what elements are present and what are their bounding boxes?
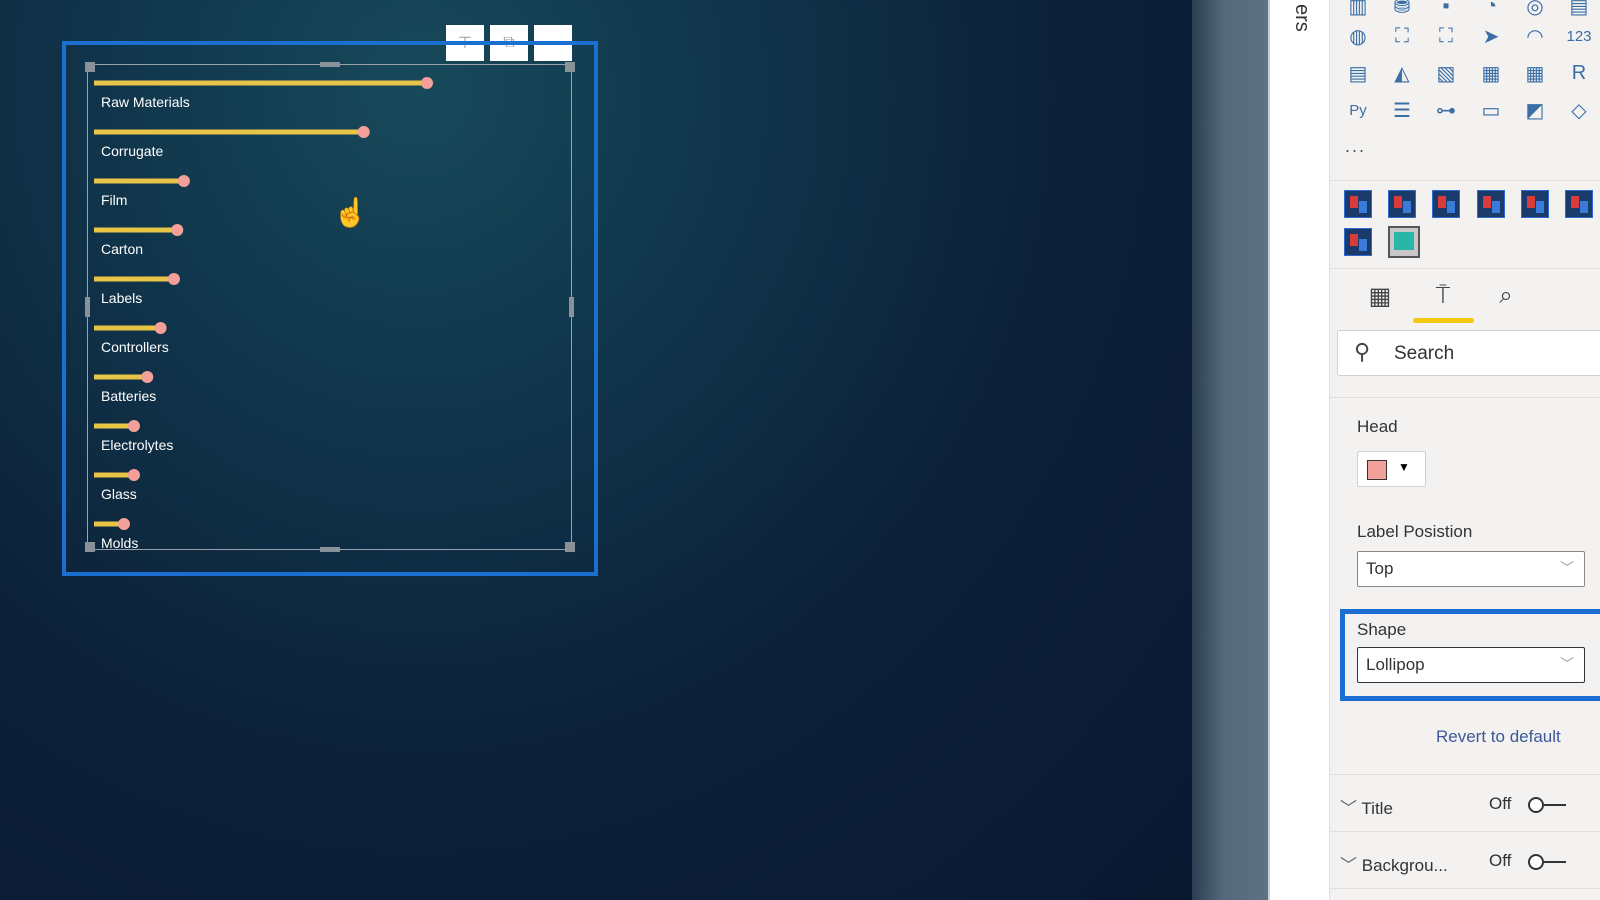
canvas-gutter	[1192, 0, 1268, 900]
filters-pane-collapsed[interactable]	[1268, 0, 1330, 900]
visual-type-icon[interactable]: ▪	[1432, 0, 1460, 20]
lollipop-chart: Raw Materials Corrugate Film Carton Labels Co…	[94, 77, 433, 549]
visual-type-icon[interactable]: ▭	[1477, 96, 1505, 124]
section-name: Title	[1361, 799, 1393, 818]
paint-roller-icon[interactable]: ⍑	[1425, 280, 1461, 312]
custom-visual-icon[interactable]	[1521, 190, 1549, 218]
head-label: Head	[1357, 417, 1398, 436]
caret-down-icon: ▼	[1398, 460, 1410, 474]
category-label: Molds	[101, 535, 138, 549]
custom-visual-icon[interactable]	[1432, 190, 1460, 218]
lollipop-head[interactable]	[357, 126, 370, 138]
category-label: Labels	[101, 290, 142, 306]
visual-type-icon[interactable]: ☰	[1388, 96, 1416, 124]
label-position-label: Label Posistion	[1357, 522, 1473, 541]
section-title[interactable]: ﹀ Title	[1340, 794, 1393, 819]
text-filter-visual-icon[interactable]	[1388, 226, 1420, 258]
category-label: Glass	[101, 486, 137, 502]
custom-visual-icon[interactable]	[1565, 190, 1593, 218]
visual-type-icon[interactable]: ⛶	[1388, 22, 1416, 50]
color-swatch	[1367, 460, 1387, 480]
visual-type-icon[interactable]: ▤	[1344, 59, 1372, 87]
visual-type-icon[interactable]: ◩	[1521, 96, 1549, 124]
search-placeholder: Search	[1394, 343, 1455, 364]
category-label: Raw Materials	[101, 94, 190, 110]
visual-type-icon[interactable]: ⊶	[1432, 96, 1460, 124]
lollipop-head[interactable]	[177, 175, 190, 187]
chevron-down-icon: ﹀	[1340, 856, 1362, 875]
category-label: Carton	[101, 241, 143, 257]
lollipop-head[interactable]	[127, 420, 140, 432]
revert-to-default-link[interactable]: Revert to default	[1436, 727, 1561, 747]
lollipop-head[interactable]	[154, 322, 167, 334]
lollipop-head[interactable]	[167, 273, 180, 285]
visual-type-icon[interactable]: ⛶	[1432, 22, 1460, 50]
category-label: Film	[101, 192, 127, 208]
visual-type-icon[interactable]: ▦	[1477, 59, 1505, 87]
visualizations-pane	[1330, 0, 1600, 900]
analytics-magnifier-icon[interactable]: ⌕	[1488, 280, 1524, 312]
search-icon: ⚲	[1354, 339, 1371, 364]
visual-type-icon[interactable]: ▧	[1432, 59, 1460, 87]
visual-type-icon[interactable]: ▦	[1521, 59, 1549, 87]
more-visuals-button[interactable]: ...	[1345, 136, 1366, 157]
category-label: Corrugate	[101, 143, 163, 159]
background-toggle[interactable]	[1528, 852, 1570, 872]
head-color-picker[interactable]: ▼	[1357, 451, 1426, 487]
dropdown-value: Top	[1366, 559, 1394, 578]
filters-pane-label[interactable]: ers	[1290, 4, 1313, 32]
category-label: Batteries	[101, 388, 156, 404]
search-input[interactable]: ⚲ Search	[1337, 330, 1600, 376]
chevron-down-icon: ﹀	[1340, 799, 1362, 818]
visual-type-icon[interactable]: ◇	[1565, 96, 1593, 124]
section-name: Backgrou...	[1361, 856, 1448, 875]
chevron-down-icon: ﹀	[1560, 560, 1574, 576]
chevron-down-icon: ﹀	[1560, 656, 1574, 672]
lollipop-head[interactable]	[117, 518, 130, 530]
custom-visual-icon[interactable]	[1344, 228, 1372, 256]
shape-label: Shape	[1357, 620, 1407, 639]
custom-visual-icon[interactable]	[1388, 190, 1416, 218]
visual-type-icon[interactable]: ▥	[1344, 0, 1372, 20]
title-toggle[interactable]	[1528, 795, 1570, 815]
custom-visual-icon[interactable]	[1477, 190, 1505, 218]
lollipop-head[interactable]	[421, 77, 433, 89]
visual-type-icon[interactable]: ◍	[1344, 22, 1372, 50]
custom-visual-icon[interactable]	[1344, 190, 1372, 218]
visual-type-icon[interactable]: ◎	[1521, 0, 1549, 20]
category-label: Electrolytes	[101, 437, 173, 453]
visual-type-icon[interactable]: ▤	[1565, 0, 1593, 20]
active-tab-indicator	[1413, 318, 1474, 323]
toggle-state: Off	[1489, 794, 1512, 813]
shape-dropdown[interactable]: Lollipop ﹀	[1357, 647, 1585, 683]
lollipop-head[interactable]	[141, 371, 154, 383]
lollipop-head[interactable]	[171, 224, 184, 236]
fields-grid-icon[interactable]: ▦	[1362, 280, 1398, 312]
visual-type-icon[interactable]: ⛃	[1388, 0, 1416, 20]
visual-type-icon[interactable]: ◔	[1477, 0, 1505, 20]
visual-type-icon[interactable]: Py	[1344, 96, 1372, 124]
section-background[interactable]: ﹀ Backgrou...	[1340, 851, 1448, 876]
visual-type-icon[interactable]: ◭	[1388, 59, 1416, 87]
label-position-dropdown[interactable]: Top ﹀	[1357, 551, 1585, 587]
toggle-state: Off	[1489, 851, 1512, 870]
visual-type-icon[interactable]: ◠	[1521, 22, 1549, 50]
lollipop-head[interactable]	[127, 469, 140, 481]
visual-type-icon[interactable]: ➤	[1477, 22, 1505, 50]
category-label: Controllers	[101, 339, 169, 355]
visual-type-icon[interactable]: 123	[1565, 22, 1593, 50]
hand-cursor-icon: ☝	[333, 197, 368, 228]
dropdown-value: Lollipop	[1366, 655, 1425, 674]
visual-type-icon[interactable]: R	[1565, 59, 1593, 87]
